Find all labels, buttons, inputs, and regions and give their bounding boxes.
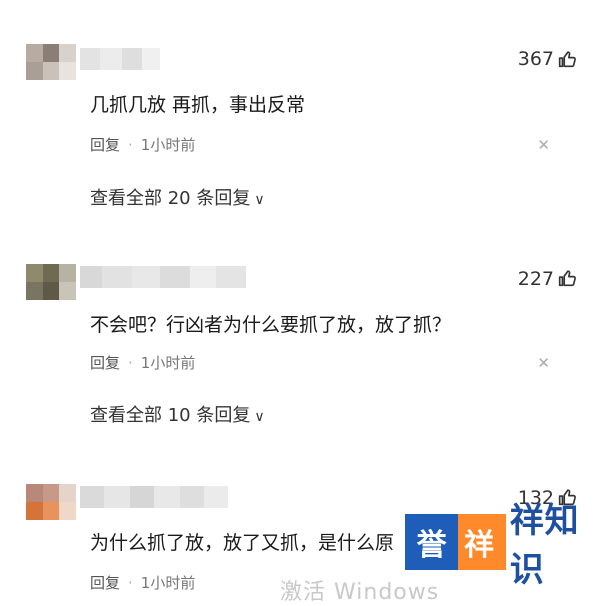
close-icon[interactable]: ✕ <box>537 354 550 372</box>
reply-button[interactable]: 回复 <box>90 574 120 592</box>
like-count: 367 <box>517 48 554 70</box>
comment-text: 几抓几放 再抓，事出反常 <box>90 94 306 116</box>
logo-char-1: 誉 <box>405 514 459 570</box>
chevron-down-icon: ∨ <box>254 409 265 425</box>
timestamp: 1小时前 <box>140 136 196 154</box>
view-all-replies-button[interactable]: 查看全部 20 条回复 ∨ <box>90 184 265 210</box>
reply-button[interactable]: 回复 <box>90 136 120 154</box>
thumbs-up-icon[interactable] <box>556 267 578 289</box>
avatar[interactable] <box>26 264 76 300</box>
username-blurred[interactable] <box>80 266 246 288</box>
comment-meta: 回复 · 1小时前 <box>90 352 195 373</box>
comment-meta: 回复 · 1小时前 <box>90 134 195 155</box>
separator-dot: · <box>128 136 133 154</box>
chevron-down-icon: ∨ <box>254 192 265 208</box>
avatar[interactable] <box>26 484 76 520</box>
view-all-replies-label: 查看全部 20 条回复 <box>90 188 251 209</box>
thumbs-up-icon[interactable] <box>556 48 578 70</box>
like-count: 227 <box>517 268 554 290</box>
timestamp: 1小时前 <box>140 574 196 592</box>
site-logo: 誉 祥 祥知识 <box>405 501 600 590</box>
avatar[interactable] <box>26 44 76 80</box>
comment-text: 为什么抓了放，放了又抓，是什么原 <box>90 532 395 554</box>
separator-dot: · <box>128 354 133 372</box>
windows-activation-watermark: 激活 Windows <box>280 580 440 605</box>
comment-meta: 回复 · 1小时前 <box>90 572 195 593</box>
close-icon[interactable]: ✕ <box>537 136 550 154</box>
username-blurred[interactable] <box>80 486 228 508</box>
logo-char-2: 祥 <box>452 514 506 570</box>
timestamp: 1小时前 <box>140 354 196 372</box>
logo-text: 祥知识 <box>509 501 580 590</box>
separator-dot: · <box>128 574 133 592</box>
comment-text: 不会吧？行凶者为什么要抓了放，放了抓？ <box>90 314 452 336</box>
view-all-replies-label: 查看全部 10 条回复 <box>90 405 251 426</box>
reply-button[interactable]: 回复 <box>90 354 120 372</box>
username-blurred[interactable] <box>80 48 160 70</box>
view-all-replies-button[interactable]: 查看全部 10 条回复 ∨ <box>90 401 265 427</box>
